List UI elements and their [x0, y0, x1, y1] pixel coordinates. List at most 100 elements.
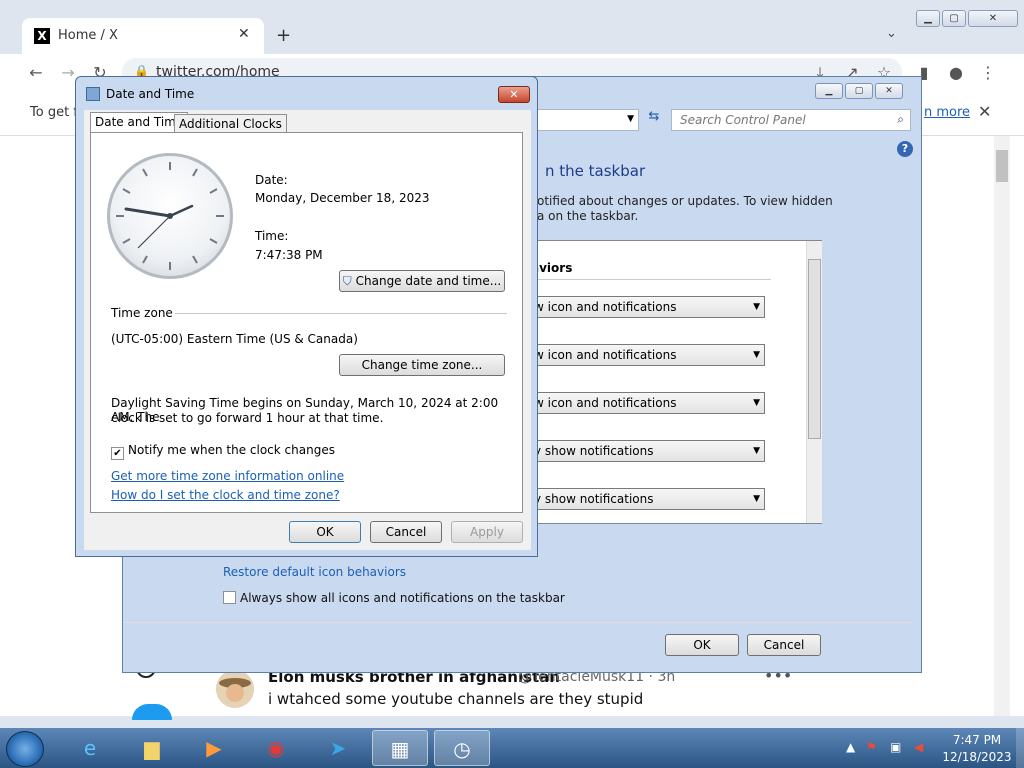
menu-icon[interactable]: ⋮: [978, 63, 998, 82]
search-input[interactable]: Search Control Panel ⌕: [671, 109, 911, 131]
chevron-down-icon: ▼: [753, 398, 760, 408]
page-scrollbar[interactable]: [994, 136, 1010, 716]
clock-face-icon: [116, 162, 224, 270]
always-show-label: Always show all icons and notifications …: [240, 591, 565, 605]
tab-strip: X Home / X ✕ + ⌄ ▁ ▢ ✕: [0, 0, 1024, 54]
behavior-dropdown[interactable]: w icon and notifications ▼: [531, 296, 765, 318]
change-date-time-label: Change date and time...: [355, 274, 502, 288]
restore-default-link[interactable]: Restore default icon behaviors: [223, 565, 406, 579]
date-label: Date:: [255, 173, 288, 187]
cp-minimize-icon[interactable]: ▁: [815, 83, 843, 99]
how-to-set-clock-link[interactable]: How do I set the clock and time zone?: [111, 488, 340, 502]
action-center-icon[interactable]: ⚑: [866, 740, 877, 754]
timezone-heading: Time zone: [111, 306, 173, 320]
date-time-icon: [86, 87, 100, 101]
behavior-dropdown[interactable]: y show notifications ▼: [531, 488, 765, 510]
change-date-time-button[interactable]: ⛉ Change date and time...: [339, 270, 505, 292]
behavior-dropdown[interactable]: y show notifications ▼: [531, 440, 765, 462]
tab-home-x[interactable]: X Home / X ✕: [22, 18, 264, 54]
avatar[interactable]: [216, 670, 254, 708]
mouse-cursor-icon: [962, 533, 974, 549]
cp-desc-line1: otified about changes or updates. To vie…: [537, 194, 833, 208]
checkbox-box[interactable]: [223, 591, 236, 604]
dropdown-value: w icon and notifications: [534, 396, 677, 410]
date-value: Monday, December 18, 2023: [255, 191, 430, 205]
minimize-icon[interactable]: ▁: [916, 10, 940, 27]
window-controls: ▁ ▢ ✕: [916, 10, 1022, 28]
time-value: 7:47:38 PM: [255, 248, 323, 262]
tab-title: Home / X: [58, 28, 118, 43]
maximize-icon[interactable]: ▢: [942, 10, 966, 27]
explorer-icon[interactable]: ▆: [124, 730, 180, 766]
chevron-down-icon: ▼: [753, 446, 760, 456]
cp-desc-line2: a on the taskbar.: [537, 209, 639, 223]
cp-cancel-button[interactable]: Cancel: [747, 634, 821, 656]
date-time-dialog: Date and Time ✕ Date and Time Additional…: [75, 76, 538, 557]
infobar-text: To get f: [30, 105, 78, 120]
cp-address-bar[interactable]: ▼: [535, 109, 639, 131]
start-button-icon[interactable]: [6, 731, 44, 767]
timezone-divider: [175, 313, 507, 314]
date-time-panel: Date: Monday, December 18, 2023 Time: 7:…: [90, 132, 523, 513]
profile-icon[interactable]: ●: [946, 63, 966, 82]
timezone-info-link[interactable]: Get more time zone information online: [111, 469, 344, 483]
timezone-value: (UTC-05:00) Eastern Time (US & Canada): [111, 332, 358, 346]
ie-icon[interactable]: e: [62, 730, 118, 766]
date-time-icon[interactable]: ◷: [434, 730, 490, 766]
tweet-text: i wtahced some youtube channels are they…: [268, 690, 644, 708]
dropdown-value: y show notifications: [534, 444, 654, 458]
dropdown-value: y show notifications: [534, 492, 654, 506]
chevron-down-icon: ▼: [753, 494, 760, 504]
page-scrollbar-thumb[interactable]: [996, 150, 1008, 182]
cp-close-icon[interactable]: ✕: [875, 83, 903, 99]
taskbar-clock-time[interactable]: 7:47 PM: [942, 733, 1012, 747]
chrome-icon[interactable]: ◉: [248, 730, 304, 766]
dst-line2: clock is set to go forward 1 hour at tha…: [111, 411, 384, 425]
behavior-dropdown[interactable]: w icon and notifications ▼: [531, 392, 765, 414]
infobar-learn-more-link[interactable]: n more: [924, 105, 970, 120]
tab-close-icon[interactable]: ✕: [238, 26, 250, 42]
dropdown-value: w icon and notifications: [534, 348, 677, 362]
dialog-close-icon[interactable]: ✕: [498, 86, 530, 103]
taskbar-clock-date[interactable]: 12/18/2023: [942, 750, 1012, 764]
cp-window-controls: ▁ ▢ ✕: [815, 83, 903, 99]
behavior-dropdown[interactable]: w icon and notifications ▼: [531, 344, 765, 366]
tab-additional-clocks[interactable]: Additional Clocks: [174, 114, 287, 134]
notify-checkbox[interactable]: ✔ Notify me when the clock changes: [111, 443, 335, 460]
telegram-icon[interactable]: ➤: [310, 730, 366, 766]
chevron-down-icon: ▼: [753, 302, 760, 312]
dialog-body: Date and Time Additional Clocks Date: Mo…: [84, 110, 531, 550]
cp-ok-button[interactable]: OK: [665, 634, 739, 656]
dialog-title: Date and Time: [106, 87, 195, 101]
close-icon[interactable]: ✕: [968, 10, 1018, 27]
cp-maximize-icon[interactable]: ▢: [845, 83, 873, 99]
chevron-down-icon: ▼: [753, 350, 760, 360]
infobar-close-icon[interactable]: ✕: [978, 102, 991, 121]
control-panel-icon[interactable]: ▦: [372, 730, 428, 766]
checkbox-checked-icon[interactable]: ✔: [111, 447, 124, 460]
dialog-cancel-button[interactable]: Cancel: [370, 521, 442, 543]
volume-icon[interactable]: ◀: [914, 740, 923, 754]
chevron-down-icon[interactable]: ▼: [627, 114, 634, 124]
search-placeholder: Search Control Panel: [680, 113, 806, 127]
list-header: aviors: [531, 261, 771, 280]
time-label: Time:: [255, 229, 289, 243]
new-tab-icon[interactable]: +: [276, 25, 291, 46]
change-timezone-button[interactable]: Change time zone...: [339, 354, 505, 376]
dialog-apply-button[interactable]: Apply: [451, 521, 523, 543]
tab-search-icon[interactable]: ⌄: [886, 26, 897, 41]
show-hidden-icons-icon[interactable]: ▲: [846, 740, 855, 754]
media-player-icon[interactable]: ▶: [186, 730, 242, 766]
cp-footer-divider: [123, 622, 911, 623]
show-desktop-button[interactable]: [1016, 728, 1024, 768]
list-scrollbar-thumb[interactable]: [808, 259, 821, 439]
dialog-ok-button[interactable]: OK: [289, 521, 361, 543]
refresh-icon[interactable]: ⇆: [643, 109, 665, 131]
search-icon[interactable]: ⌕: [897, 112, 904, 127]
notify-label: Notify me when the clock changes: [128, 443, 335, 457]
network-icon[interactable]: ▣: [890, 740, 901, 754]
icon-behaviors-list: aviors w icon and notifications ▼ w icon …: [530, 240, 822, 524]
always-show-checkbox[interactable]: Always show all icons and notifications …: [223, 591, 565, 605]
back-icon[interactable]: ←: [26, 63, 46, 82]
help-icon[interactable]: ?: [897, 141, 913, 157]
